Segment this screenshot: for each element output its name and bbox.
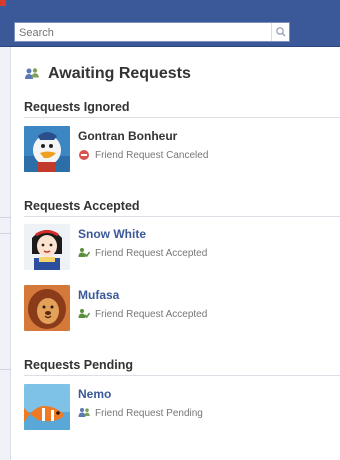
snow-white-avatar[interactable] [24, 224, 70, 270]
section-title-pending: Requests Pending [24, 358, 134, 372]
request-status: Friend Request Accepted [78, 247, 207, 259]
request-item-mufasa: Mufasa Friend Request Accepted [24, 285, 340, 333]
section-divider [24, 375, 340, 376]
page-title: Awaiting Requests [48, 65, 191, 82]
friend-name-link[interactable]: Snow White [78, 227, 146, 241]
top-bar [0, 0, 340, 47]
friend-name-link[interactable]: Nemo [78, 387, 111, 401]
section-title-ignored: Requests Ignored [24, 100, 130, 114]
left-sidebar-edge [0, 47, 11, 460]
request-status-text: Friend Request Canceled [95, 149, 209, 161]
request-item-gontran-bonheur: Gontran Bonheur Friend Request Canceled [24, 126, 340, 174]
friend-pending-icon [78, 408, 90, 417]
sidebar-divider [0, 217, 11, 218]
request-item-snow-white: Snow White Friend Request Accepted [24, 224, 340, 272]
request-status-text: Friend Request Accepted [95, 308, 208, 320]
request-status: Friend Request Accepted [78, 308, 207, 320]
request-status: Friend Request Pending [78, 407, 203, 419]
notification-badge[interactable] [0, 0, 6, 6]
blocked-icon [79, 150, 89, 160]
section-title-accepted: Requests Accepted [24, 199, 140, 213]
section-divider [24, 216, 340, 217]
request-status: Friend Request Canceled [78, 149, 208, 161]
search-box[interactable] [14, 22, 290, 42]
section-divider [24, 117, 340, 118]
search-input[interactable] [15, 24, 269, 42]
lion-avatar[interactable] [24, 285, 70, 331]
requests-panel: Awaiting Requests Requests Ignored Gontr… [24, 60, 340, 430]
search-icon [276, 27, 286, 37]
request-status-text: Friend Request Pending [95, 407, 203, 419]
search-button[interactable] [271, 23, 289, 41]
request-status-text: Friend Request Accepted [95, 247, 208, 259]
request-item-nemo: Nemo Friend Request Pending [24, 384, 340, 432]
friend-name-link[interactable]: Gontran Bonheur [78, 129, 177, 143]
sidebar-divider [0, 369, 11, 370]
friend-name-link[interactable]: Mufasa [78, 288, 119, 302]
friend-accepted-icon [78, 248, 90, 258]
friend-requests-icon [25, 68, 39, 79]
friend-accepted-icon [78, 309, 90, 319]
page-header: Awaiting Requests [24, 60, 340, 88]
fish-avatar[interactable] [24, 384, 70, 430]
sidebar-divider [0, 233, 11, 234]
duck-avatar[interactable] [24, 126, 70, 172]
